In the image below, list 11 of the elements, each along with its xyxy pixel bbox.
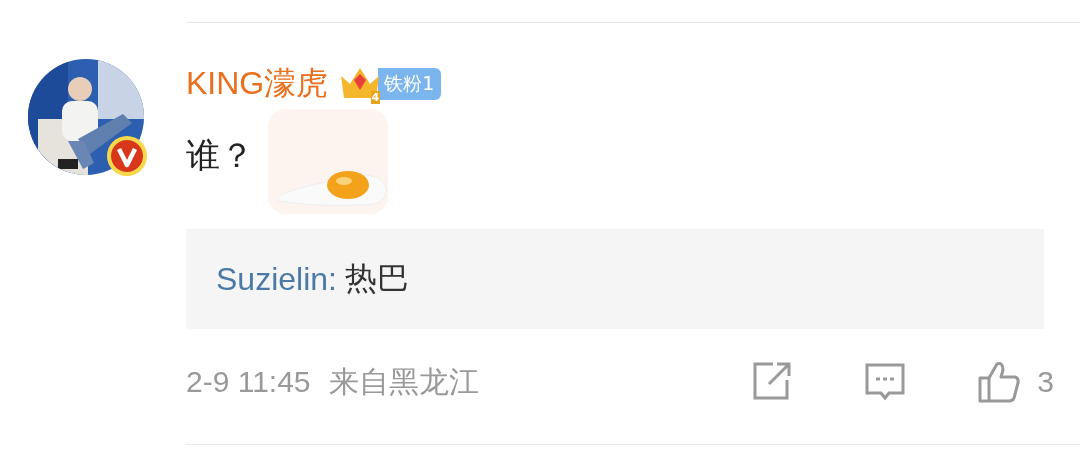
- reply-box[interactable]: Suzielin: 热巴: [186, 229, 1044, 329]
- author-name[interactable]: KING濛虎: [186, 62, 329, 106]
- reply-text: 热巴: [344, 258, 409, 299]
- like-count: 3: [1037, 365, 1054, 399]
- comment-time: 2-9 11:45: [186, 365, 311, 399]
- fan-badge: 铁粉1: [378, 68, 442, 100]
- thumbs-up-icon[interactable]: [977, 360, 1022, 404]
- comment-text: 谁？: [186, 134, 254, 177]
- comment-location: 来自黑龙江: [328, 362, 479, 401]
- reply-author[interactable]: Suzielin:: [216, 260, 337, 298]
- crown-level: 4: [370, 91, 381, 104]
